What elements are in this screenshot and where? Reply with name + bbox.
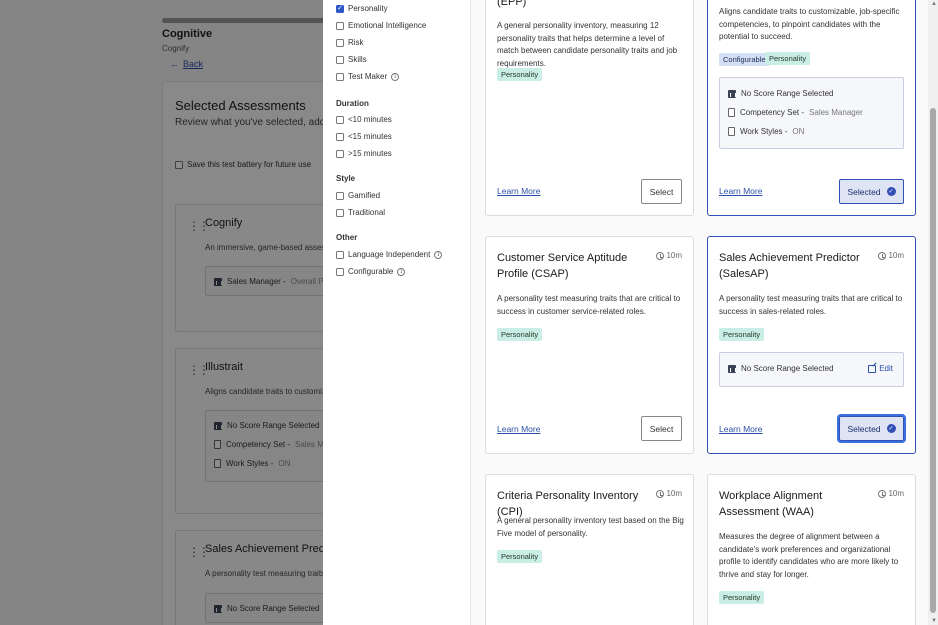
duration-badge: 10m [656, 489, 682, 498]
checkbox[interactable] [336, 72, 344, 81]
card-description: A personality test measuring traits that… [719, 294, 903, 316]
checkbox[interactable] [336, 38, 344, 47]
filter-configurable[interactable]: Configurable i [336, 267, 406, 276]
filter-personality[interactable]: ✓ Personality [336, 4, 388, 13]
score-summary: No Score Range Selected Edit [719, 352, 904, 387]
assessment-card-cpi: Criteria Personality Inventory (CPI) 10m… [485, 474, 694, 625]
filter-duration-lt15[interactable]: <15 minutes [336, 132, 392, 141]
clock-icon [656, 251, 665, 260]
filter-test-maker[interactable]: Test Maker i [336, 72, 400, 81]
card-title: Customer Service Aptitude Profile (CSAP) [497, 252, 628, 280]
select-button[interactable]: Select [641, 416, 682, 441]
checkbox[interactable] [336, 267, 344, 276]
edit-score-button[interactable]: Edit [868, 364, 893, 373]
filter-duration-lt10[interactable]: <10 minutes [336, 115, 392, 124]
assessment-card-salesap: Sales Achievement Predictor (SalesAP) 10… [707, 236, 916, 454]
card-title: Workplace Alignment Assessment (WAA) [719, 490, 823, 518]
score-summary: No Score Range Selected Competency Set -… [719, 77, 904, 149]
card-description: Aligns candidate traits to customizable,… [719, 7, 900, 41]
style-heading: Style [336, 174, 356, 183]
selected-button[interactable]: Selected ✓ [837, 414, 906, 443]
card-description: Measures the degree of alignment between… [719, 532, 899, 579]
filter-skills[interactable]: Skills [336, 55, 367, 64]
tag-personality: Personality [497, 328, 543, 341]
scrollbar-thumb[interactable] [930, 108, 936, 613]
filter-duration-gt15[interactable]: >15 minutes [336, 149, 392, 158]
tag-configurable: Configurable [719, 53, 770, 66]
scroll-down-icon[interactable]: ▼ [931, 618, 937, 624]
edit-icon [868, 364, 877, 373]
info-icon[interactable]: i [397, 267, 406, 276]
other-heading: Other [336, 233, 358, 242]
card-title: (EPP) [497, 0, 527, 8]
duration-badge: 10m [878, 489, 904, 498]
learn-more-link[interactable]: Learn More [719, 186, 762, 196]
info-icon[interactable]: i [391, 72, 400, 81]
duration-badge: 10m [656, 251, 682, 260]
filter-panel: ✓ Personality Emotional Intelligence Risk… [323, 0, 471, 625]
clock-icon [878, 251, 887, 260]
checkbox-checked[interactable]: ✓ [336, 4, 344, 13]
checkbox[interactable] [336, 149, 344, 158]
check-circle-icon: ✓ [886, 187, 896, 196]
tag-personality: Personality [765, 52, 811, 65]
checkbox[interactable] [336, 191, 344, 200]
card-description: A personality test measuring traits that… [497, 294, 681, 316]
document-icon [728, 127, 735, 136]
checkbox[interactable] [336, 21, 344, 30]
chart-icon [728, 89, 736, 98]
tag-personality: Personality [719, 591, 765, 604]
filter-language-independent[interactable]: Language Independent i [336, 250, 443, 259]
learn-more-link[interactable]: Learn More [719, 424, 762, 434]
assessment-card-waa: Workplace Alignment Assessment (WAA) 10m… [707, 474, 916, 625]
document-icon [728, 108, 735, 117]
card-title: Sales Achievement Predictor (SalesAP) [719, 252, 860, 280]
card-description: A general personality inventory, measuri… [497, 21, 678, 68]
select-button[interactable]: Select [641, 179, 682, 204]
clock-icon [878, 489, 887, 498]
assessment-card-illustrait: Aligns candidate traits to customizable,… [707, 0, 916, 216]
chart-icon [728, 364, 736, 373]
checkbox[interactable] [336, 132, 344, 141]
tag-personality: Personality [497, 68, 543, 81]
card-description: A general personality inventory test bas… [497, 516, 684, 538]
scroll-up-icon[interactable]: ▲ [931, 1, 937, 7]
assessment-card-epp: (EPP) A general personality inventory, m… [485, 0, 694, 216]
filter-emotional-intelligence[interactable]: Emotional Intelligence [336, 21, 426, 30]
check-circle-icon: ✓ [886, 424, 896, 433]
checkbox[interactable] [336, 115, 344, 124]
checkbox[interactable] [336, 208, 344, 217]
selected-label: Selected [847, 423, 881, 434]
selected-label: Selected [847, 186, 881, 197]
assessment-drawer: ✓ Personality Emotional Intelligence Risk… [323, 0, 938, 625]
duration-heading: Duration [336, 99, 369, 108]
checkbox[interactable] [336, 55, 344, 64]
tag-personality: Personality [497, 550, 543, 563]
duration-badge: 10m [878, 251, 904, 260]
learn-more-link[interactable]: Learn More [497, 186, 540, 196]
selected-button[interactable]: Selected ✓ [839, 179, 904, 204]
modal-overlay[interactable] [0, 0, 323, 625]
assessment-card-csap: Customer Service Aptitude Profile (CSAP)… [485, 236, 694, 454]
checkbox[interactable] [336, 250, 344, 259]
filter-risk[interactable]: Risk [336, 38, 364, 47]
info-icon[interactable]: i [434, 250, 443, 259]
scrollbar[interactable]: ▲ ▼ [928, 0, 938, 625]
clock-icon [656, 489, 665, 498]
learn-more-link[interactable]: Learn More [497, 424, 540, 434]
filter-traditional[interactable]: Traditional [336, 208, 385, 217]
filter-gamified[interactable]: Gamified [336, 191, 380, 200]
tag-personality: Personality [719, 328, 765, 341]
